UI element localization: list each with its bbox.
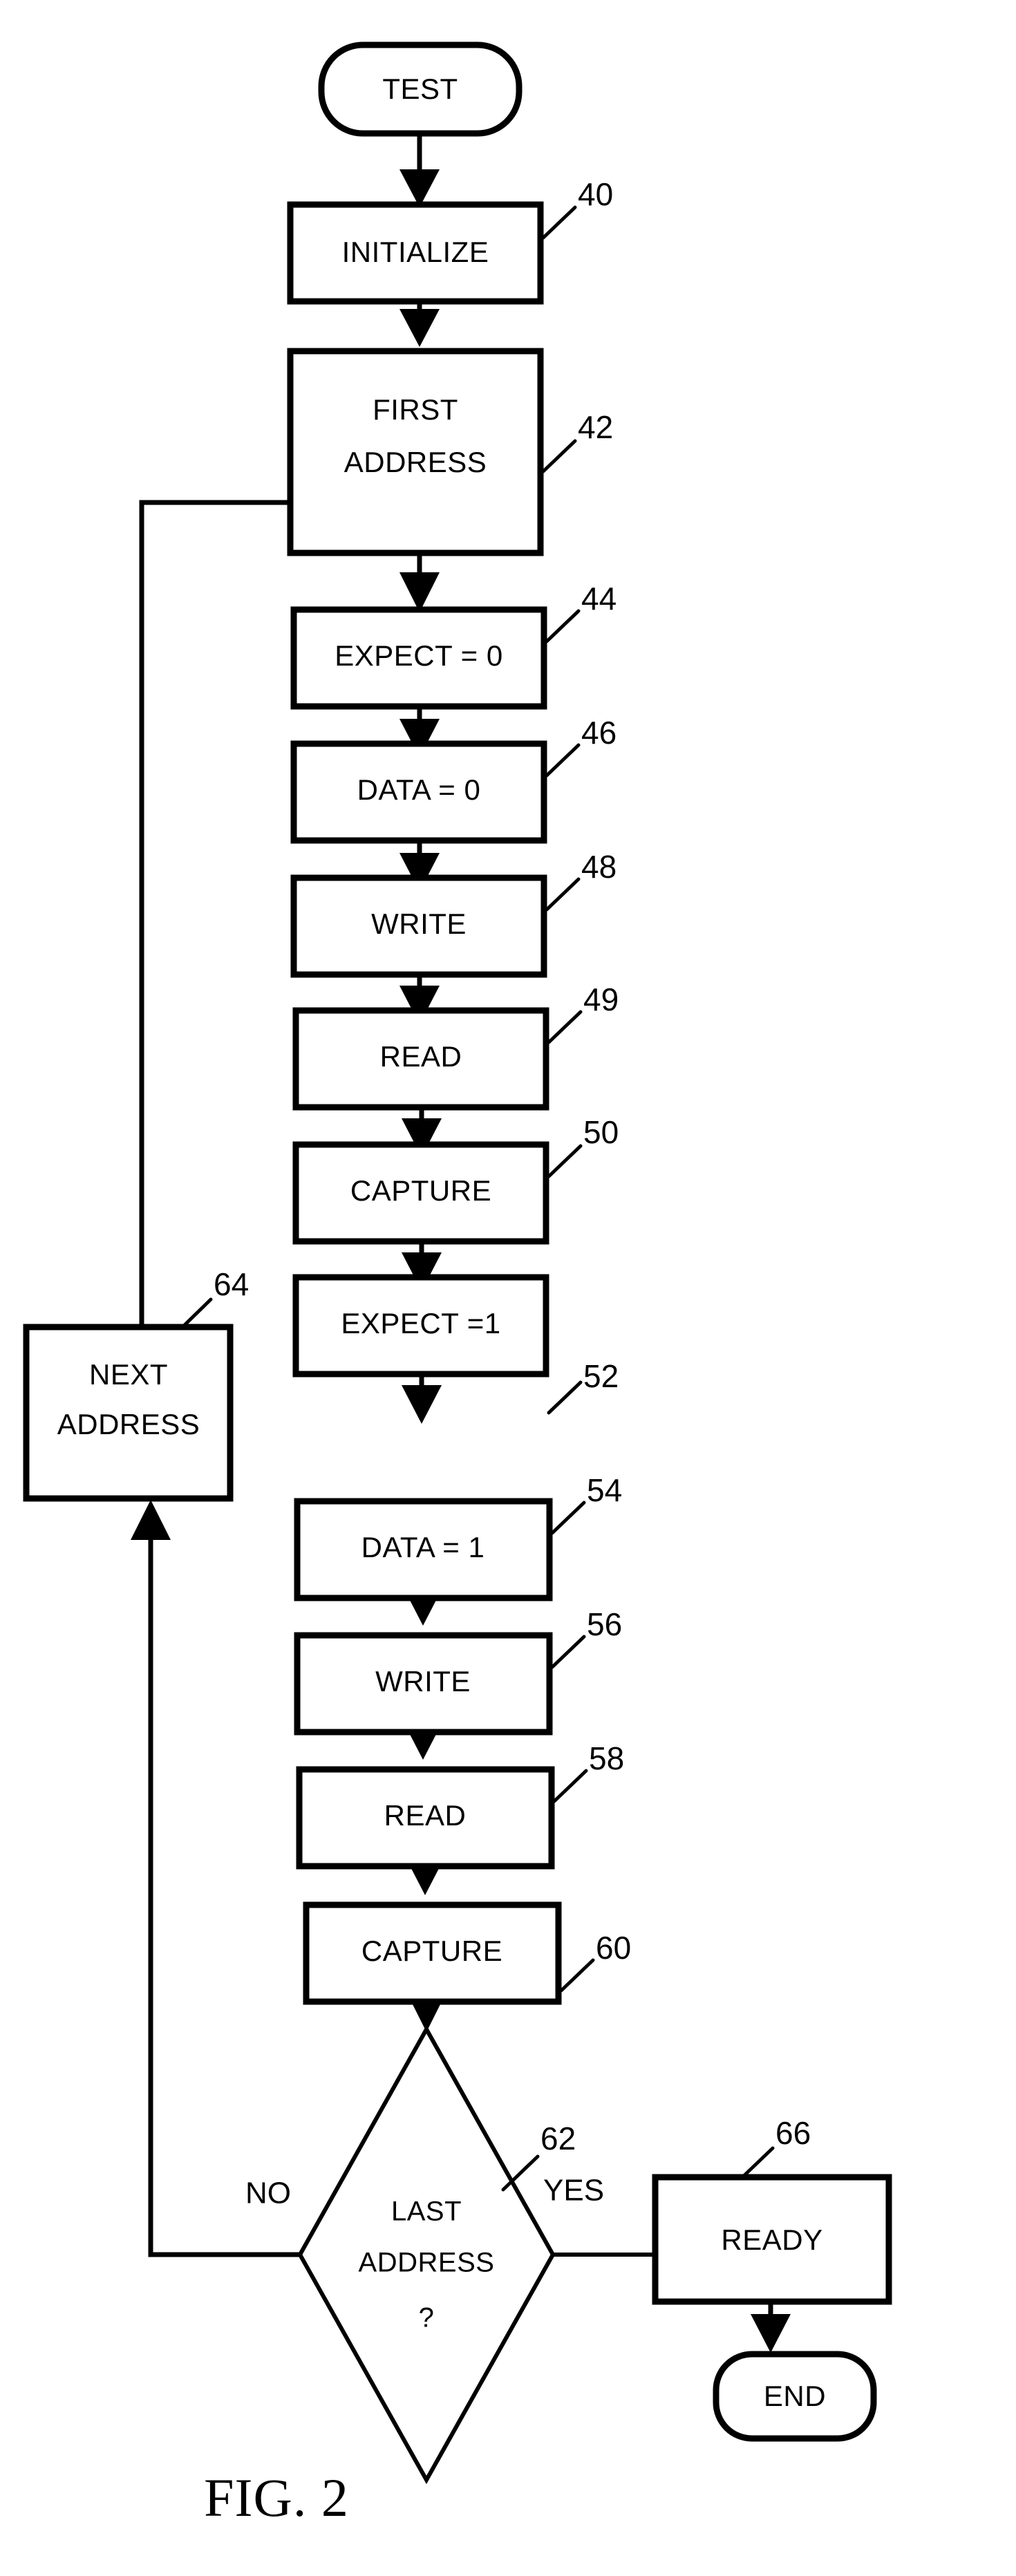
- ref-numeral-60-text: 60: [596, 1930, 631, 1966]
- node-end-label: END: [764, 2380, 826, 2412]
- ref-numeral-54: 54: [550, 1472, 622, 1535]
- node-read-1-label: READ: [384, 1799, 467, 1832]
- ref-numeral-54-text: 54: [587, 1472, 622, 1508]
- node-write-1-label: WRITE: [375, 1665, 471, 1698]
- ref-numeral-44-text: 44: [581, 581, 617, 617]
- branch-label-yes: YES: [543, 2174, 604, 2208]
- ref-numeral-40: 40: [541, 176, 613, 240]
- ref-numeral-64-text: 64: [214, 1266, 249, 1302]
- node-last-address-label-line2: ADDRESS: [359, 2248, 495, 2278]
- branch-label-no: NO: [245, 2177, 291, 2210]
- ref-numeral-40-text: 40: [578, 176, 613, 212]
- patent-figure: TEST INITIALIZE 40 FIRST ADDRESS 42 EXPE…: [0, 0, 1016, 2576]
- ref-numeral-56-text: 56: [587, 1606, 622, 1642]
- edge-first-address-to-expect0: [399, 553, 440, 612]
- ref-numeral-58: 58: [552, 1740, 624, 1803]
- edge-test-to-initialize: [399, 133, 440, 207]
- node-test[interactable]: TEST: [318, 41, 523, 137]
- ref-numeral-44: 44: [545, 581, 617, 643]
- node-capture-0[interactable]: CAPTURE: [292, 1141, 549, 1245]
- node-initialize-label: INITIALIZE: [342, 236, 489, 268]
- node-first-address-label-line2: ADDRESS: [344, 446, 487, 478]
- ref-numeral-58-text: 58: [589, 1740, 624, 1776]
- flowchart-diagram: TEST INITIALIZE 40 FIRST ADDRESS 42 EXPE…: [23, 41, 892, 2528]
- node-test-label: TEST: [382, 73, 458, 105]
- edge-ready-to-end: [751, 2302, 791, 2353]
- ref-numeral-50-text: 50: [583, 1114, 619, 1150]
- node-data-0-label: DATA = 0: [357, 773, 481, 806]
- ref-numeral-49-text: 49: [583, 981, 619, 1017]
- node-next-address[interactable]: NEXT ADDRESS: [23, 1324, 234, 1502]
- node-write-0-label: WRITE: [371, 908, 467, 940]
- node-write-0[interactable]: WRITE: [290, 874, 547, 978]
- node-read-1[interactable]: READ: [296, 1766, 555, 1870]
- node-last-address-decision[interactable]: LAST ADDRESS ?: [297, 2024, 556, 2485]
- ref-numeral-42: 42: [541, 409, 613, 473]
- ref-numeral-42-text: 42: [578, 409, 613, 445]
- ref-numeral-50: 50: [547, 1114, 619, 1178]
- ref-numeral-64: 64: [179, 1266, 249, 1331]
- figure-caption: FIG. 2: [204, 2467, 349, 2528]
- edge-initialize-to-first-address: [399, 301, 440, 347]
- node-capture-1-label: CAPTURE: [361, 1935, 502, 1967]
- ref-numeral-46: 46: [545, 715, 617, 778]
- node-capture-0-label: CAPTURE: [350, 1174, 491, 1207]
- node-first-address-label-line1: FIRST: [373, 393, 458, 426]
- node-first-address[interactable]: FIRST ADDRESS: [287, 348, 544, 556]
- node-expect-0-label: EXPECT = 0: [335, 639, 503, 672]
- ref-numeral-52: 52: [547, 1358, 619, 1415]
- node-next-address-label-line2: ADDRESS: [57, 1408, 200, 1440]
- node-data-1[interactable]: DATA = 1: [294, 1498, 553, 1601]
- ref-numeral-62-text: 62: [540, 2121, 576, 2156]
- node-read-0[interactable]: READ: [292, 1007, 549, 1111]
- node-expect-1-label: EXPECT =1: [341, 1307, 500, 1339]
- ref-numeral-60: 60: [559, 1930, 631, 1993]
- node-initialize[interactable]: INITIALIZE: [287, 201, 544, 305]
- node-ready-label: READY: [721, 2224, 822, 2256]
- node-read-0-label: READ: [380, 1040, 462, 1073]
- ref-numeral-48-text: 48: [581, 849, 617, 885]
- node-capture-1[interactable]: CAPTURE: [303, 1901, 562, 2005]
- ref-numeral-46-text: 46: [581, 715, 617, 751]
- ref-numeral-56: 56: [550, 1606, 622, 1669]
- node-expect-0[interactable]: EXPECT = 0: [290, 606, 547, 710]
- node-next-address-label-line1: NEXT: [89, 1358, 168, 1391]
- node-end[interactable]: END: [713, 2351, 877, 2442]
- node-last-address-label-line1: LAST: [391, 2197, 462, 2227]
- node-write-1[interactable]: WRITE: [294, 1632, 553, 1736]
- edge-expect1-to-data1: [402, 1373, 442, 1424]
- ref-numeral-66: 66: [739, 2115, 811, 2181]
- node-last-address-label-line3: ?: [419, 2303, 435, 2333]
- ref-numeral-49: 49: [547, 981, 619, 1044]
- node-data-0[interactable]: DATA = 0: [290, 740, 547, 844]
- node-ready[interactable]: READY: [652, 2174, 892, 2305]
- node-expect-1[interactable]: EXPECT =1: [292, 1274, 549, 1378]
- edge-last-address-no-to-next-address: [131, 1500, 303, 2257]
- ref-numeral-48: 48: [545, 849, 617, 912]
- ref-numeral-52-text: 52: [583, 1358, 619, 1394]
- ref-numeral-66-text: 66: [775, 2115, 811, 2151]
- node-data-1-label: DATA = 1: [361, 1531, 485, 1563]
